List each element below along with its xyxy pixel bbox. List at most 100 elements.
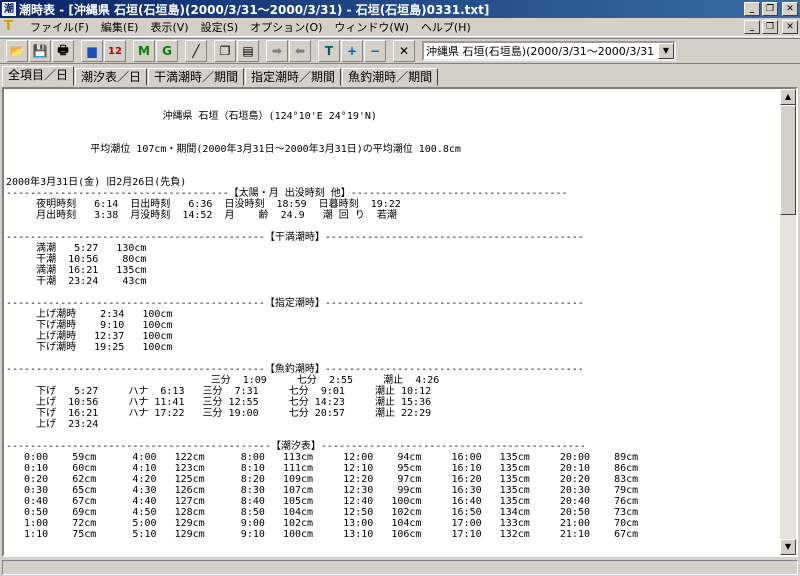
copy-icon: ❐ <box>219 44 231 58</box>
minus-icon: − <box>369 44 381 58</box>
next-button[interactable]: ➡ <box>266 40 288 62</box>
plus-icon: + <box>346 44 358 58</box>
menu-items: ファイル(F) 編集(E) 表示(V) 設定(S) オプション(O) ウィンドウ(W) ヘル… <box>24 19 477 35</box>
vertical-scrollbar[interactable]: ▲ ▼ <box>780 89 796 555</box>
window-title: 潮時表 - [沖縄県 石垣(石垣島)(2000/3/31～2000/3/31) … <box>19 2 490 17</box>
menu-item-1[interactable]: 編集(E) <box>95 19 145 35</box>
app-icon[interactable]: 潮 <box>2 2 16 16</box>
close-icon: ✕ <box>398 44 410 58</box>
document-line: 1:00 72cm 5:00 129cm 9:00 102cm 13:00 10… <box>6 518 639 529</box>
document-line: 満潮 16:21 135cm <box>6 265 147 276</box>
document-line: -------------------------------------【太陽… <box>6 188 568 199</box>
document-line: 1:10 75cm 5:10 129cm 9:10 100cm 13:10 10… <box>6 529 639 540</box>
text-button[interactable]: T <box>318 40 340 62</box>
document-line: 下げ 5:27 ハナ 6:13 三分 7:31 七分 9:01 潮止 10:12 <box>6 386 432 397</box>
location-select-value: 沖縄県 石垣(石垣島)(2000/3/31～2000/3/31 <box>426 45 655 58</box>
next-icon: ➡ <box>271 44 283 58</box>
prev-button[interactable]: ⬅ <box>289 40 311 62</box>
tab-2[interactable]: 干満潮時／期間 <box>148 68 245 86</box>
document-line: ----------------------------------------… <box>6 298 584 309</box>
menu-item-6[interactable]: ヘルプ(H) <box>415 19 477 35</box>
document-line: 上げ 10:56 ハナ 11:41 三分 12:55 七分 14:23 潮止 1… <box>6 397 432 408</box>
print-button[interactable]: 🖶 <box>52 40 74 62</box>
scroll-down-button[interactable]: ▼ <box>780 539 796 555</box>
document-line: 下げ潮時 9:10 100cm <box>6 320 173 331</box>
menu-bar: T ファイル(F) 編集(E) 表示(V) 設定(S) オプション(O) ウィンドウ(W)… <box>0 18 800 37</box>
window-controls: _ ❐ ✕ <box>742 2 798 16</box>
open-button[interactable]: 📂 <box>6 40 28 62</box>
tab-1[interactable]: 潮汐表／日 <box>75 68 148 86</box>
graph-button[interactable]: ╱ <box>185 40 207 62</box>
plus-button[interactable]: + <box>341 40 363 62</box>
menu-item-0[interactable]: ファイル(F) <box>24 19 95 35</box>
prev-icon: ⬅ <box>294 44 306 58</box>
location-select[interactable]: 沖縄県 石垣(石垣島)(2000/3/31～2000/3/31 ▼ <box>422 41 676 61</box>
document-line: ----------------------------------------… <box>6 232 584 243</box>
document-close-button[interactable]: ✕ <box>782 20 798 34</box>
menu-item-4[interactable]: オプション(O) <box>244 19 328 35</box>
g-icon: G <box>162 44 172 58</box>
text-icon: T <box>324 44 334 58</box>
paste-icon: ▤ <box>242 44 254 58</box>
status-text <box>2 560 798 575</box>
save-button[interactable]: 💾 <box>29 40 51 62</box>
document-icon[interactable]: T <box>4 20 18 34</box>
paste-button[interactable]: ▤ <box>237 40 259 62</box>
scroll-thumb[interactable] <box>780 105 796 215</box>
title-bar: 潮 潮時表 - [沖縄県 石垣(石垣島)(2000/3/31～2000/3/31… <box>0 0 800 18</box>
copy-button[interactable]: ❐ <box>214 40 236 62</box>
chart-blue-icon: ▆ <box>87 44 97 58</box>
chart-blue-button[interactable]: ▆ <box>81 40 103 62</box>
document-view: 沖縄県 石垣（石垣島）(124°10'E 24°19'N) 平均潮位 107cm… <box>2 87 798 557</box>
scroll-up-button[interactable]: ▲ <box>780 89 796 105</box>
menu-item-5[interactable]: ウィンドウ(W) <box>328 19 414 35</box>
document-line: 満潮 5:27 130cm <box>6 243 147 254</box>
m-button[interactable]: M <box>133 40 155 62</box>
document-line: 平均潮位 107cm・期間(2000年3月31日～2000年3月31日)の平均潮… <box>6 144 461 155</box>
toolbar-buttons: 📂 💾 🖶 ▆ 12 M G ╱ ❐ ▤ ➡ ⬅ T + − ✕ <box>6 40 416 62</box>
close-button[interactable]: ✕ <box>393 40 415 62</box>
12-button[interactable]: 12 <box>104 40 126 62</box>
menu-item-3[interactable]: 設定(S) <box>195 19 245 35</box>
document-line: 0:50 69cm 4:50 128cm 8:50 104cm 12:50 10… <box>6 507 639 518</box>
document-line: 上げ潮時 2:34 100cm <box>6 309 173 320</box>
open-icon: 📂 <box>9 44 25 58</box>
document-line: 0:10 60cm 4:10 123cm 8:10 111cm 12:10 95… <box>6 463 639 474</box>
document-text: 沖縄県 石垣（石垣島）(124°10'E 24°19'N) 平均潮位 107cm… <box>6 89 782 555</box>
document-minimize-button[interactable]: _ <box>744 20 760 34</box>
document-line: 月出時刻 3:38 月没時刻 14:52 月 齢 24.9 潮 回 り 若潮 <box>6 210 397 221</box>
print-icon: 🖶 <box>57 42 69 57</box>
maximize-button[interactable]: ❐ <box>762 2 778 16</box>
menu-item-2[interactable]: 表示(V) <box>144 19 194 35</box>
tab-4[interactable]: 魚釣潮時／期間 <box>342 68 439 86</box>
document-line: 下げ 16:21 ハナ 17:22 三分 19:00 七分 20:57 潮止 2… <box>6 408 432 419</box>
graph-icon: ╱ <box>192 44 200 58</box>
tab-strip: 全項目／日 潮汐表／日 干満潮時／期間 指定潮時／期間 魚釣潮時／期間 <box>0 66 800 86</box>
document-line: ----------------------------------------… <box>6 364 584 375</box>
minimize-button[interactable]: _ <box>744 2 760 16</box>
g-button[interactable]: G <box>156 40 178 62</box>
document-line: 0:00 59cm 4:00 122cm 8:00 113cm 12:00 94… <box>6 452 639 463</box>
document-line: 下げ潮時 19:25 100cm <box>6 342 173 353</box>
document-line: 夜明時刻 6:14 日出時刻 6:36 日没時刻 18:59 日暮時刻 19:2… <box>6 199 401 210</box>
close-button[interactable]: ✕ <box>782 2 798 16</box>
document-restore-button[interactable]: ❐ <box>762 20 778 34</box>
document-line: 三分 1:09 七分 2:55 潮止 4:26 <box>6 375 440 386</box>
document-line: 干潮 23:24 43cm <box>6 276 147 287</box>
minus-button[interactable]: − <box>364 40 386 62</box>
tab-0[interactable]: 全項目／日 <box>2 66 75 86</box>
tab-3[interactable]: 指定潮時／期間 <box>245 68 342 86</box>
document-line: 上げ潮時 12:37 100cm <box>6 331 173 342</box>
document-line: 上げ 23:24 <box>6 419 99 430</box>
chevron-down-icon[interactable]: ▼ <box>658 43 674 59</box>
